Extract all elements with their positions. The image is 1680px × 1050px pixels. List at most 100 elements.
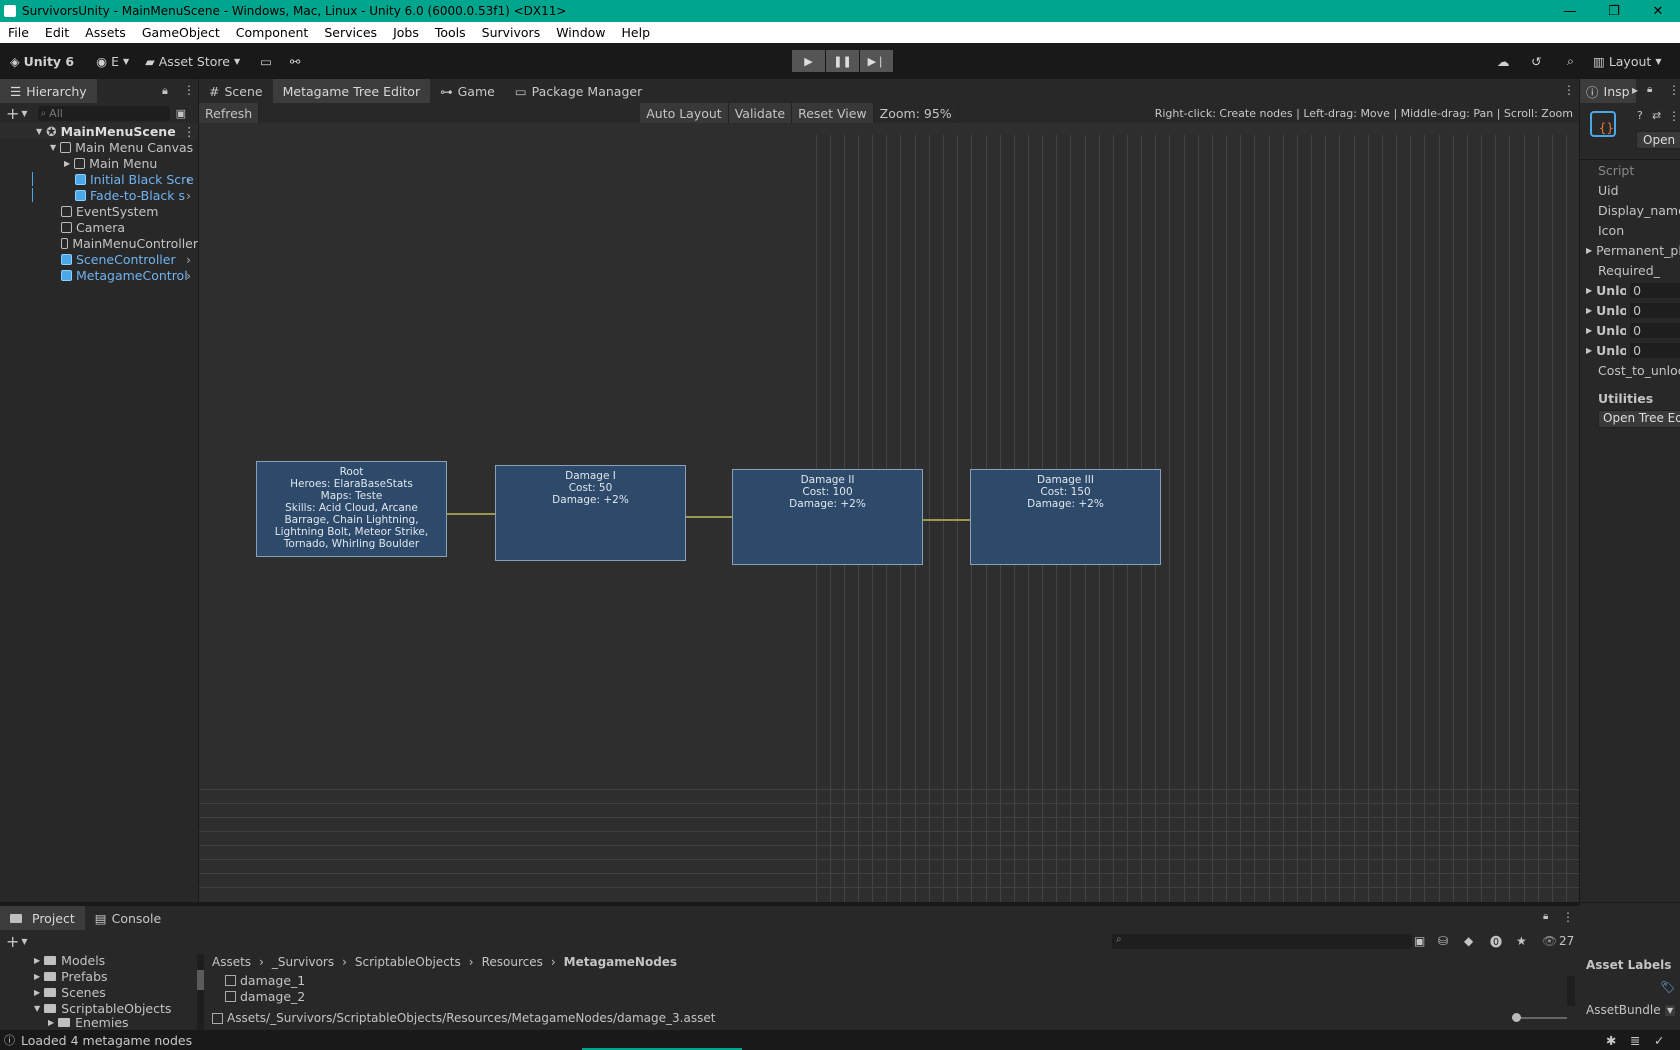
breadcrumb-resources[interactable]: Resources [482, 955, 543, 969]
field-unlock-2[interactable]: ▶ Unlo 0 [1580, 300, 1680, 320]
field-display-name[interactable]: Display_name [1580, 200, 1680, 220]
reset-view-button[interactable]: Reset View [792, 103, 874, 123]
visibility-icon[interactable]: 👁︎ [1542, 934, 1557, 948]
more-options-icon[interactable]: ⋮ [183, 83, 195, 97]
hierarchy-item-mainmenucontroller[interactable]: MainMenuController [0, 235, 198, 251]
history-icon[interactable]: ↺ [1531, 54, 1541, 69]
more-options-icon[interactable]: ⋮ [1668, 109, 1680, 123]
package-icon[interactable]: ▭ [260, 54, 272, 69]
hierarchy-item-initial-black-screen[interactable]: Initial Black Scre › [0, 171, 198, 187]
field-unlock-value[interactable]: 0 [1630, 282, 1680, 298]
tab-metagame-tree-editor[interactable]: Metagame Tree Editor [272, 79, 431, 103]
folder-tree-scrollbar[interactable] [197, 954, 204, 1034]
unity-button[interactable]: ◈ Unity 6 [10, 54, 74, 69]
chevron-down-icon[interactable]: ▼ [21, 109, 27, 118]
tab-console[interactable]: ▤ Console [85, 906, 171, 930]
breadcrumb-survivors[interactable]: _Survivors [272, 955, 334, 969]
menu-services[interactable]: Services [316, 25, 385, 40]
hierarchy-item-eventsystem[interactable]: EventSystem [0, 203, 198, 219]
icon-size-slider[interactable] [1512, 1013, 1567, 1022]
debug-icon[interactable]: ✱ [1606, 1033, 1616, 1048]
pause-icon[interactable]: ❚❚ [826, 50, 859, 72]
menu-gameobject[interactable]: GameObject [134, 25, 228, 40]
label-icon[interactable]: ◆ [1464, 934, 1473, 948]
add-icon[interactable]: + [6, 932, 19, 951]
chevron-right-icon[interactable]: › [186, 188, 191, 203]
hierarchy-search-input[interactable]: ⌕ All [37, 105, 170, 121]
field-icon[interactable]: Icon [1580, 220, 1680, 240]
favorite-icon[interactable]: ★ [1516, 934, 1527, 948]
project-search-input[interactable]: ⌕ [1112, 933, 1412, 949]
field-unlock-value[interactable]: 0 [1630, 342, 1680, 358]
search-by-type-icon[interactable]: ▣ [1414, 934, 1425, 948]
cloud-icon[interactable]: ☁ [1497, 54, 1510, 69]
tab-scene[interactable]: # Scene [199, 79, 273, 103]
hierarchy-item-fade-to-black[interactable]: Fade-to-Black s › [0, 187, 198, 203]
check-icon[interactable]: ✓ [1654, 1033, 1664, 1048]
hierarchy-item-mainmenuscene[interactable]: ▼ ✪ MainMenuScene ⋮ [0, 123, 198, 139]
validate-button[interactable]: Validate [728, 103, 793, 123]
scene-visibility-icon[interactable]: ▣ [176, 107, 186, 120]
hierarchy-item-scenecontroller[interactable]: SceneController › [0, 251, 198, 267]
tree-node-damage-1[interactable]: Damage I Cost: 50 Damage: +2% [495, 465, 686, 561]
file-damage-1[interactable]: damage_1 [225, 972, 305, 988]
file-damage-2[interactable]: damage_2 [225, 988, 305, 1004]
breadcrumb-assets[interactable]: Assets [212, 955, 251, 969]
asset-store-button[interactable]: ▰ Asset Store ▼ [145, 54, 240, 69]
tree-node-damage-2[interactable]: Damage II Cost: 100 Damage: +2% [732, 469, 923, 565]
folder-scriptableobjects[interactable]: ▼ ScriptableObjects [0, 1000, 205, 1016]
menu-window[interactable]: Window [548, 25, 613, 40]
node-canvas[interactable]: Root Heroes: ElaraBaseStats Maps: Teste … [199, 123, 1579, 902]
field-uid[interactable]: Uid [1580, 180, 1680, 200]
tab-game[interactable]: ⊶ Game [430, 79, 505, 103]
open-tree-editor-button[interactable]: Open Tree Ed [1598, 410, 1680, 428]
close-icon[interactable]: ✕ [1636, 0, 1680, 22]
preset-icon[interactable]: ⇄ [1652, 109, 1661, 122]
chevron-down-icon[interactable]: ▼ [21, 937, 27, 946]
chevron-right-icon[interactable]: › [186, 268, 191, 283]
tab-project[interactable]: Project [0, 906, 85, 930]
menu-survivors[interactable]: Survivors [474, 25, 549, 40]
menu-component[interactable]: Component [228, 25, 317, 40]
chevron-right-icon[interactable]: ▸ [1632, 83, 1638, 97]
field-cost-to-unlock[interactable]: Cost_to_unloc [1580, 360, 1680, 380]
breadcrumb-scriptableobjects[interactable]: ScriptableObjects [355, 955, 461, 969]
lock-icon[interactable]: 🔒︎ [1543, 911, 1548, 922]
folder-enemies[interactable]: ▶ Enemies [0, 1016, 205, 1028]
menu-edit[interactable]: Edit [37, 25, 77, 40]
field-unlock-value[interactable]: 0 [1630, 322, 1680, 338]
play-icon[interactable]: ▶ [792, 50, 825, 72]
hierarchy-item-camera[interactable]: Camera [0, 219, 198, 235]
chevron-down-icon[interactable]: ▼ [1665, 1005, 1676, 1016]
menu-tools[interactable]: Tools [427, 25, 474, 40]
menu-assets[interactable]: Assets [77, 25, 134, 40]
layout-button[interactable]: ▥ Layout ▼ [1593, 54, 1661, 69]
warning-icon[interactable]: ⓿ [1490, 933, 1502, 950]
field-required[interactable]: Required_ [1580, 260, 1680, 280]
field-unlock-1[interactable]: ▶ Unlo 0 [1580, 280, 1680, 300]
chevron-right-icon[interactable]: › [186, 252, 191, 267]
field-unlock-4[interactable]: ▶ Unlo 0 [1580, 340, 1680, 360]
field-unlock-3[interactable]: ▶ Unlo 0 [1580, 320, 1680, 340]
more-options-icon[interactable]: ⋮ [1563, 83, 1575, 97]
minimize-icon[interactable]: — [1548, 0, 1592, 22]
more-options-icon[interactable]: ⋮ [1668, 83, 1680, 97]
hierarchy-item-metagamecontroller[interactable]: MetagameControl › [0, 267, 198, 283]
open-button[interactable]: Open [1636, 131, 1680, 149]
add-icon[interactable]: + [6, 104, 19, 123]
step-icon[interactable]: ▶❘ [860, 50, 893, 72]
maximize-icon[interactable]: ❐ [1592, 0, 1636, 22]
menu-help[interactable]: Help [614, 25, 659, 40]
more-options-icon[interactable]: ⋮ [183, 124, 196, 139]
more-options-icon[interactable]: ⋮ [1562, 910, 1574, 924]
filter-icon[interactable]: ⛁ [1438, 934, 1448, 948]
hierarchy-item-main-menu[interactable]: ▶ Main Menu [0, 155, 198, 171]
tab-hierarchy[interactable]: ☰ Hierarchy [0, 79, 97, 103]
breadcrumb-metagamenodes[interactable]: MetagameNodes [564, 955, 677, 969]
lock-icon[interactable]: 🔒︎ [162, 84, 168, 98]
folder-models[interactable]: ▶ Models [0, 952, 205, 968]
chevron-right-icon[interactable]: › [186, 172, 191, 187]
lock-icon[interactable]: 🔒︎ [1647, 84, 1652, 95]
menu-jobs[interactable]: Jobs [385, 25, 427, 40]
cache-icon[interactable]: ≣ [1630, 1033, 1640, 1048]
